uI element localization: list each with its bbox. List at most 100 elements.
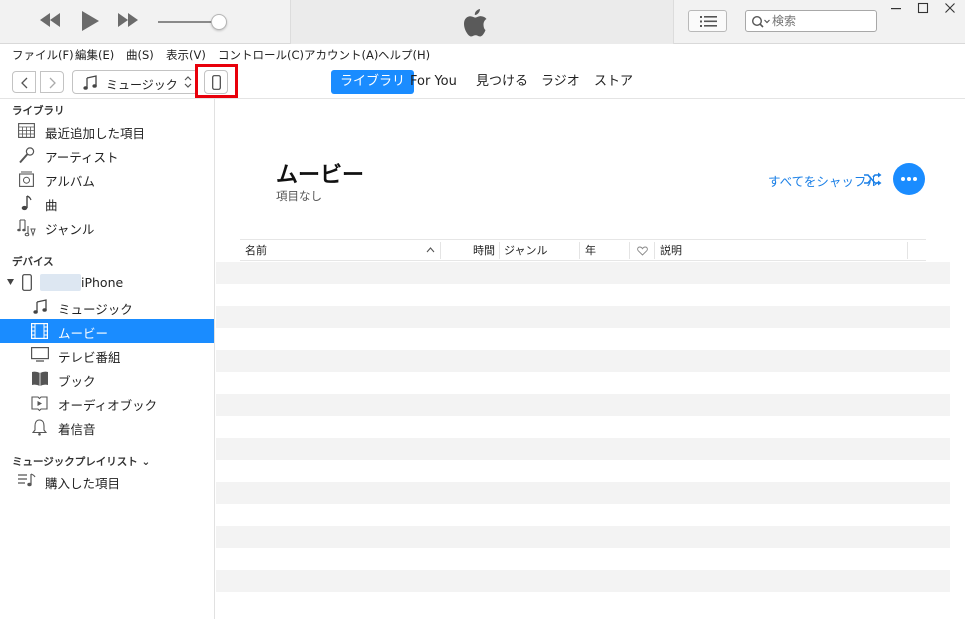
- music-note-icon: [33, 299, 47, 314]
- column-divider: [499, 242, 500, 259]
- sidebar-item-artists[interactable]: アーティスト: [0, 143, 214, 167]
- more-dot: [907, 177, 911, 181]
- menu-bar: ファイル(F) 編集(E) 曲(S) 表示(V) コントロール(C) アカウント…: [0, 44, 965, 66]
- device-name-label: iPhone: [81, 275, 124, 290]
- column-header-description[interactable]: 説明: [660, 240, 682, 261]
- table-row: [216, 284, 950, 306]
- device-button[interactable]: [204, 70, 228, 94]
- table-row: [216, 328, 950, 350]
- search-field[interactable]: [745, 10, 877, 32]
- sidebar-item-albums[interactable]: アルバム: [0, 167, 214, 191]
- menu-song[interactable]: 曲(S): [126, 47, 154, 63]
- column-header-year[interactable]: 年: [585, 240, 596, 261]
- sort-ascending-icon[interactable]: [426, 247, 435, 253]
- more-options-button[interactable]: [893, 163, 925, 195]
- sidebar-playlist-purchased[interactable]: 購入した項目: [0, 469, 214, 493]
- column-divider: [629, 242, 630, 259]
- table-row: [216, 438, 950, 460]
- media-kind-label: ミュージック: [106, 78, 178, 92]
- sidebar-item-label: アーティスト: [45, 150, 119, 165]
- shuffle-icon[interactable]: [863, 172, 883, 186]
- table-header: 名前 時間 ジャンル 年 説明: [240, 239, 926, 261]
- column-header-genre[interactable]: ジャンル: [504, 240, 547, 261]
- menu-file[interactable]: ファイル(F): [12, 47, 74, 63]
- sidebar-device-item-books[interactable]: ブック: [0, 367, 214, 391]
- search-input[interactable]: [772, 13, 872, 29]
- search-icon: [751, 15, 770, 28]
- previous-button[interactable]: [38, 10, 62, 33]
- volume-knob[interactable]: [211, 14, 227, 30]
- media-kind-selector[interactable]: ミュージック: [72, 70, 198, 94]
- menu-edit[interactable]: 編集(E): [75, 47, 114, 63]
- lcd-display: [290, 0, 674, 44]
- sidebar-item-label: 購入した項目: [45, 476, 121, 491]
- sidebar-device-iphone[interactable]: iPhone: [0, 271, 214, 295]
- iphone-icon: [22, 274, 32, 291]
- menu-account[interactable]: アカウント(A): [304, 47, 378, 63]
- menu-controls[interactable]: コントロール(C): [218, 47, 304, 63]
- menu-view[interactable]: 表示(V): [166, 47, 206, 63]
- close-button[interactable]: [940, 2, 960, 18]
- table-row: [216, 548, 950, 570]
- sidebar-device-item-tones[interactable]: 着信音: [0, 415, 214, 439]
- sidebar-item-label: オーディオブック: [58, 398, 158, 413]
- sidebar-item-label: 最近追加した項目: [45, 126, 146, 141]
- sidebar-item-songs[interactable]: 曲: [0, 191, 214, 215]
- tab-radio[interactable]: ラジオ: [532, 70, 589, 94]
- iphone-icon: [212, 75, 221, 90]
- library-section-header: ライブラリ: [12, 105, 65, 117]
- audiobook-icon: [31, 396, 48, 412]
- forward-button[interactable]: [40, 71, 64, 93]
- sidebar: ライブラリ 最近追加した項目 アーティスト アルバム 曲 ジャンル デバイス i…: [0, 99, 215, 619]
- tab-for-you[interactable]: For You: [401, 70, 466, 94]
- tab-browse[interactable]: 見つける: [467, 70, 537, 94]
- heart-icon[interactable]: [637, 246, 648, 256]
- sidebar-item-recently-added[interactable]: 最近追加した項目: [0, 119, 214, 143]
- table-row: [216, 526, 950, 548]
- next-button[interactable]: [116, 10, 140, 33]
- sidebar-device-item-tv-shows[interactable]: テレビ番組: [0, 343, 214, 367]
- play-button[interactable]: [80, 10, 100, 35]
- playlists-section-header[interactable]: ミュージックプレイリスト ⌄: [12, 454, 150, 469]
- table-row: [216, 372, 950, 394]
- player-bar: [0, 0, 965, 44]
- column-header-time[interactable]: 時間: [473, 240, 495, 261]
- main-content: ムービー 項目なし すべてをシャッフル 名前 時間 ジャンル 年 説明: [216, 99, 965, 619]
- apple-logo-icon: [464, 9, 487, 37]
- table-row: [216, 350, 950, 372]
- sidebar-item-label: 曲: [45, 198, 58, 213]
- sidebar-device-item-audiobooks[interactable]: オーディオブック: [0, 391, 214, 415]
- note-icon: [21, 195, 32, 211]
- sidebar-item-label: ムービー: [58, 326, 109, 341]
- tab-store[interactable]: ストア: [585, 70, 642, 94]
- table-row: [216, 394, 950, 416]
- disclosure-triangle-icon[interactable]: [7, 279, 14, 285]
- sidebar-device-item-movies[interactable]: ムービー: [0, 319, 214, 343]
- menu-help[interactable]: ヘルプ(H): [378, 47, 430, 63]
- sidebar-item-label: ミュージック: [58, 302, 133, 317]
- list-view-button[interactable]: [688, 10, 727, 32]
- sidebar-item-label: 着信音: [58, 422, 96, 437]
- column-divider: [654, 242, 655, 259]
- table-row: [216, 592, 950, 614]
- table-row: [216, 504, 950, 526]
- maximize-button[interactable]: [913, 2, 933, 18]
- sidebar-item-genres[interactable]: ジャンル: [0, 215, 214, 239]
- grid-calendar-icon: [18, 123, 35, 138]
- chevron-left-icon: [21, 77, 28, 89]
- table-row: [216, 460, 950, 482]
- sidebar-item-label: テレビ番組: [58, 350, 121, 365]
- navigation-bar: ミュージック ライブラリ For You 見つける ラジオ ストア: [0, 64, 965, 99]
- more-dot: [913, 177, 917, 181]
- back-button[interactable]: [12, 71, 36, 93]
- sidebar-device-item-music[interactable]: ミュージック: [0, 295, 214, 319]
- minimize-button[interactable]: [886, 2, 906, 18]
- page-subtitle: 項目なし: [276, 189, 322, 203]
- rewind-icon: [40, 13, 60, 27]
- film-icon: [31, 323, 48, 339]
- column-divider: [440, 242, 441, 259]
- table-row: [216, 482, 950, 504]
- column-header-name[interactable]: 名前: [245, 240, 267, 261]
- up-down-chevron-icon: [184, 76, 192, 88]
- book-icon: [32, 371, 48, 386]
